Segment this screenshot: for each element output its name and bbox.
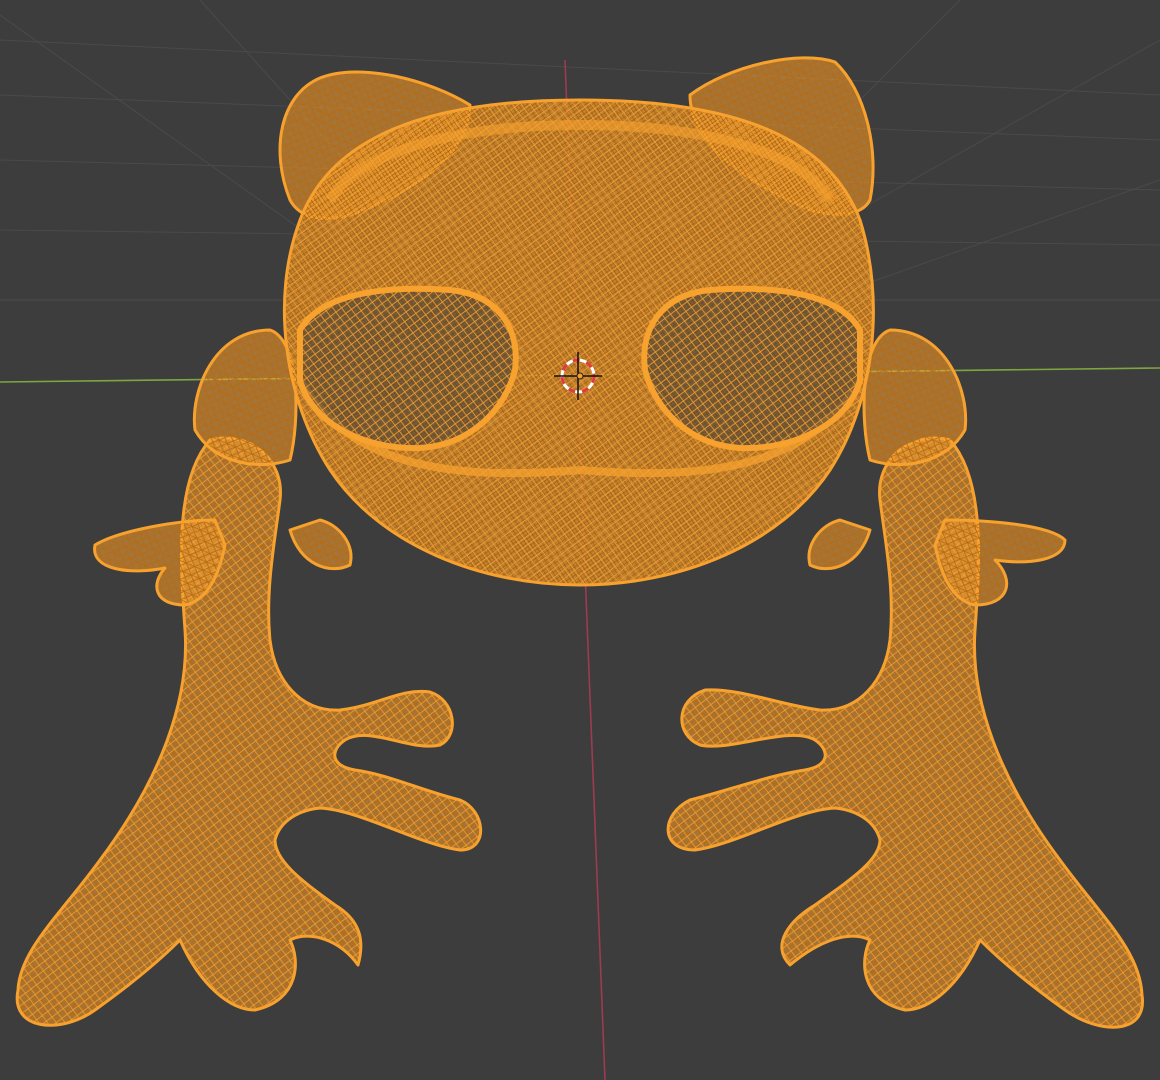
right-eye <box>641 285 863 452</box>
right-hip <box>862 328 968 467</box>
3d-viewport[interactable] <box>0 0 1160 1080</box>
right-belly-toes <box>807 518 872 571</box>
left-side-toes <box>93 518 227 607</box>
left-belly-toes <box>288 518 353 571</box>
wireframe-frog-mesh[interactable] <box>15 56 1144 1029</box>
object-origin-icon <box>576 372 584 380</box>
left-eye <box>297 285 519 452</box>
right-side-toes <box>933 518 1067 607</box>
left-hip <box>192 328 298 467</box>
